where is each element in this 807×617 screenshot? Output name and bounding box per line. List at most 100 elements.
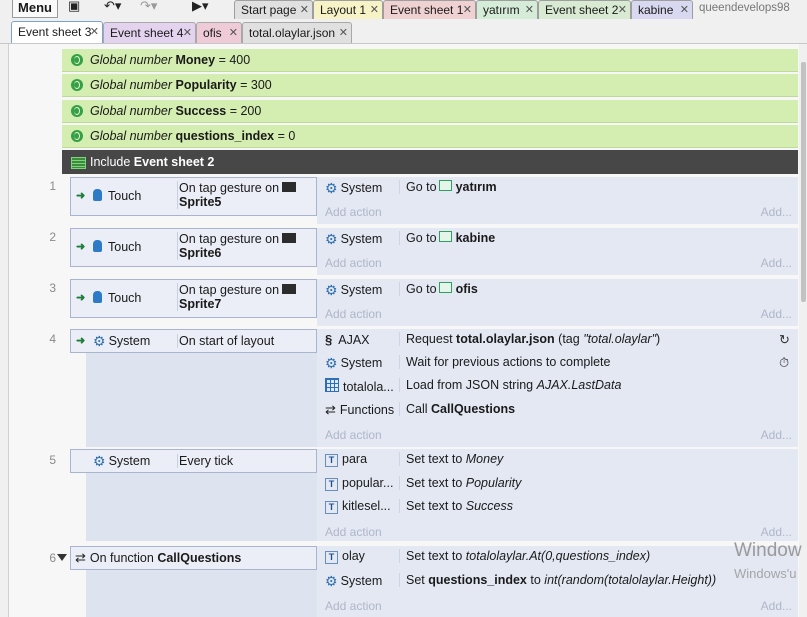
vertical-scrollbar[interactable] <box>799 44 807 617</box>
action-row[interactable]: Tolay Set text to totalolaylar.At(0,quest… <box>317 546 798 569</box>
actions: § AJAX Request total.olaylar.json (tag "to… <box>317 329 798 447</box>
close-icon[interactable]: ✕ <box>525 1 534 19</box>
include-row[interactable]: Include Event sheet 2 <box>62 150 798 174</box>
tab-event-sheet-3[interactable]: Event sheet 3 ✕ <box>11 21 103 43</box>
tab-start-page[interactable]: Start page ✕ <box>234 0 313 19</box>
gear-icon: ⚙ <box>325 573 338 589</box>
close-icon[interactable]: ✕ <box>339 23 348 44</box>
condition[interactable]: ➜ ⚙ System On start of layout <box>70 329 317 353</box>
text-icon: T <box>325 478 338 491</box>
scrollbar-thumb[interactable] <box>801 62 806 302</box>
json-icon <box>325 378 339 392</box>
globe-icon <box>71 105 83 117</box>
save-icon[interactable]: ▣ <box>68 0 80 14</box>
add-action-link[interactable]: Add action <box>325 599 382 613</box>
close-icon[interactable]: ✕ <box>183 23 192 44</box>
text-icon: T <box>325 551 338 564</box>
condition[interactable]: ➜ Touch On tap gesture on Sprite5 <box>70 177 317 216</box>
event-block[interactable]: ➜ Touch On tap gesture on Sprite7 ⚙ System… <box>70 279 798 326</box>
action-row[interactable]: ⚙ System Go to kabine <box>317 228 798 251</box>
close-icon[interactable]: ✕ <box>370 1 379 19</box>
gear-icon: ⚙ <box>325 355 338 371</box>
global-variable[interactable]: Global number questions_index = 0 <box>62 125 798 148</box>
close-icon[interactable]: ✕ <box>618 1 627 19</box>
event-block[interactable]: ⇄ On function CallQuestions Tolay Set text… <box>70 546 798 617</box>
touch-icon <box>93 189 102 201</box>
global-variable[interactable]: Global number Popularity = 300 <box>62 74 798 97</box>
action-row[interactable]: ⚙ System Go to ofis <box>317 279 798 302</box>
add-action-link[interactable]: Add... <box>761 256 792 270</box>
tab-total-olaylar-json[interactable]: total.olaylar.json ✕ <box>242 22 352 43</box>
tab-layout-1[interactable]: Layout 1 ✕ <box>313 0 383 19</box>
event-block[interactable]: ⚙ System Every tick Tpara Set text to Mone… <box>70 449 798 541</box>
action-row[interactable]: Tpopular... Set text to Popularity <box>317 473 798 496</box>
async-icon: ↻ <box>779 332 790 347</box>
tab-ofis[interactable]: ofis ✕ <box>196 22 242 43</box>
sprite-icon <box>282 182 297 192</box>
global-variable[interactable]: Global number Money = 400 <box>62 49 798 72</box>
undo-icon[interactable]: ↶▾ <box>104 0 121 14</box>
close-icon[interactable]: ✕ <box>90 22 99 43</box>
action-row[interactable]: ⚙ System Wait for previous actions to comp… <box>317 352 798 375</box>
close-icon[interactable]: ✕ <box>463 1 472 19</box>
add-action-link[interactable]: Add action <box>325 525 382 539</box>
layout-icon <box>438 282 452 293</box>
function-condition[interactable]: ⇄ On function CallQuestions <box>70 546 317 570</box>
event-number: 6 <box>49 551 56 565</box>
globe-icon <box>71 54 83 66</box>
event-number: 2 <box>49 230 56 244</box>
add-action-link[interactable]: Add... <box>761 599 792 613</box>
add-action-link[interactable]: Add... <box>761 307 792 321</box>
run-icon[interactable]: ▶▾ <box>192 0 209 14</box>
trigger-arrow-icon: ➜ <box>76 335 86 347</box>
action-row[interactable]: § AJAX Request total.olaylar.json (tag "to… <box>317 329 798 352</box>
redo-icon[interactable]: ↷▾ <box>140 0 157 14</box>
tab-event-sheet-1[interactable]: Event sheet 1 ✕ <box>383 0 476 19</box>
layout-icon <box>438 231 452 242</box>
tab-event-sheet-4[interactable]: Event sheet 4 ✕ <box>103 22 196 43</box>
actions: Tpara Set text to Money Tpopular... Set te… <box>317 449 798 541</box>
action-row[interactable]: ⇄ Functions Call CallQuestions <box>317 399 798 422</box>
add-action-link[interactable]: Add... <box>761 428 792 442</box>
trigger-arrow-icon: ➜ <box>76 190 86 202</box>
action-row[interactable]: ⚙ System Go to yatırım <box>317 177 798 200</box>
event-block[interactable]: ➜ ⚙ System On start of layout § AJAX Reques… <box>70 329 798 447</box>
global-variable[interactable]: Global number Success = 200 <box>62 100 798 123</box>
layout-icon <box>438 180 452 191</box>
condition[interactable]: ⚙ System Every tick <box>70 449 317 473</box>
add-action-link[interactable]: Add... <box>761 205 792 219</box>
tab-kabine[interactable]: kabine ✕ <box>631 0 693 19</box>
action-row[interactable]: Tkitlesel... Set text to Success <box>317 496 798 519</box>
activation-watermark: Window <box>734 540 802 561</box>
action-row[interactable]: ⚙ System Set questions_index to int(random… <box>317 570 798 593</box>
actions: ⚙ System Go to kabine Add action Add... <box>317 228 798 275</box>
condition[interactable]: ➜ Touch On tap gesture on Sprite7 <box>70 279 317 318</box>
sheet-tabs-row: Event sheet 3 ✕ Event sheet 4 ✕ ofis ✕ tota… <box>0 20 807 44</box>
menu-button[interactable]: Menu <box>12 0 58 18</box>
trigger-arrow-icon: ➜ <box>76 241 86 253</box>
close-icon[interactable]: ✕ <box>300 1 309 19</box>
user-name: queendevelops98 <box>699 2 790 14</box>
add-action-link[interactable]: Add action <box>325 307 382 321</box>
sprite-icon <box>282 233 297 243</box>
action-row[interactable]: totalola... Load from JSON string AJAX.La… <box>317 375 798 398</box>
event-block[interactable]: ➜ Touch On tap gesture on Sprite6 ⚙ System… <box>70 228 798 275</box>
event-number: 1 <box>49 179 56 193</box>
event-block[interactable]: ➜ Touch On tap gesture on Sprite5 ⚙ System… <box>70 177 798 224</box>
condition[interactable]: ➜ Touch On tap gesture on Sprite6 <box>70 228 317 267</box>
collapse-triangle-icon[interactable] <box>57 554 67 561</box>
event-number: 4 <box>49 332 56 346</box>
globe-icon <box>71 130 83 142</box>
add-action-link[interactable]: Add... <box>761 525 792 539</box>
wait-icon: ⏱ <box>779 355 790 370</box>
tab-event-sheet-2[interactable]: Event sheet 2 ✕ <box>538 0 631 19</box>
close-icon[interactable]: ✕ <box>229 23 238 44</box>
add-action-link[interactable]: Add action <box>325 205 382 219</box>
touch-icon <box>93 240 102 252</box>
action-row[interactable]: Tpara Set text to Money <box>317 449 798 472</box>
add-action-link[interactable]: Add action <box>325 256 382 270</box>
close-icon[interactable]: ✕ <box>680 1 689 19</box>
tab-yatirim[interactable]: yatırım ✕ <box>476 0 538 19</box>
add-action-link[interactable]: Add action <box>325 428 382 442</box>
text-icon: T <box>325 454 338 467</box>
